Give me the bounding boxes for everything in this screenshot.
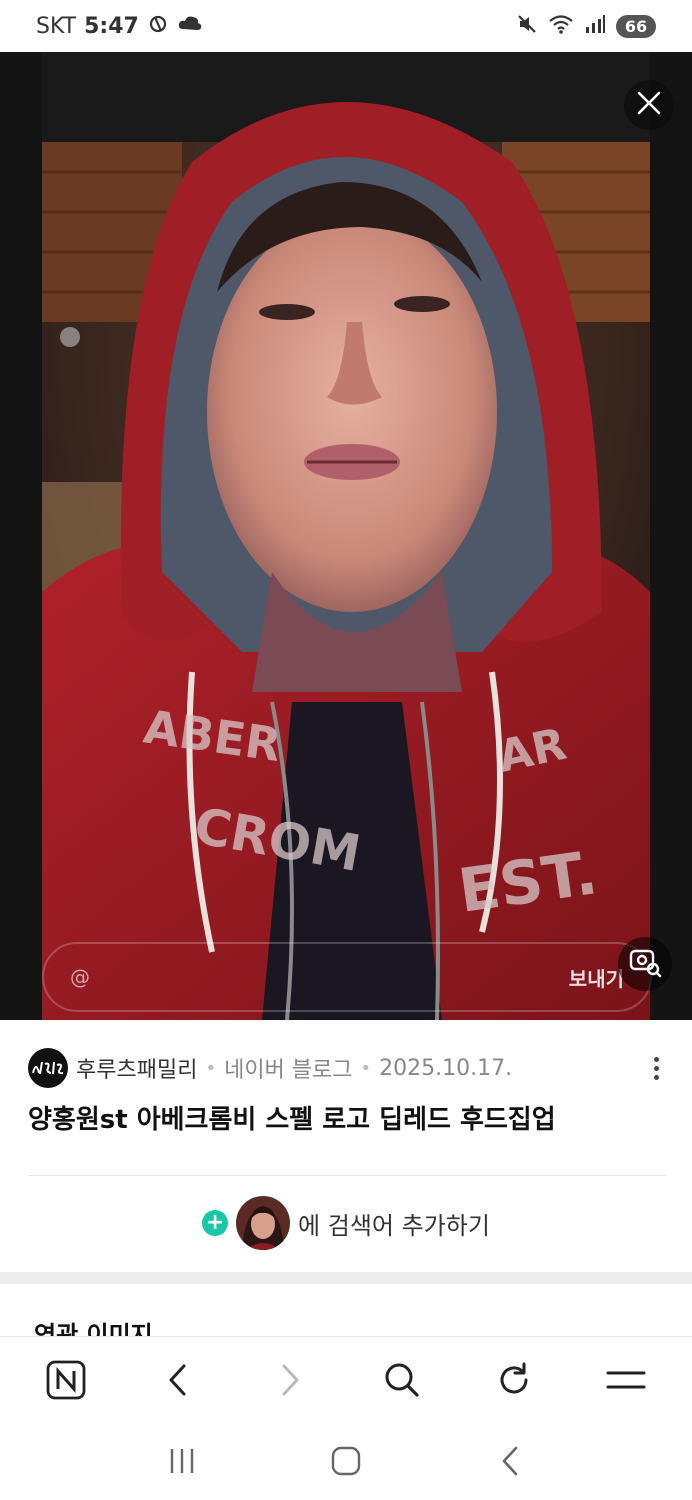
- post-meta: 후루츠패밀리 • 네이버 블로그 • 2025.10.17.: [28, 1046, 668, 1090]
- battery-indicator: 66: [616, 14, 656, 38]
- close-button[interactable]: [624, 80, 674, 130]
- refresh-icon: [495, 1361, 533, 1403]
- refresh-button[interactable]: [484, 1352, 544, 1412]
- comment-input[interactable]: @ 보내기: [42, 942, 652, 1012]
- related-images-title: 연관 이미지: [34, 1321, 153, 1338]
- divider: [28, 1175, 666, 1176]
- mute-icon: [516, 13, 538, 39]
- add-search-label: 에 검색어 추가하기: [298, 1211, 490, 1240]
- image-viewer[interactable]: ABER CROM AR EST. @ 보내기: [0, 52, 692, 1020]
- status-bar: SKT 5:47 66: [0, 0, 692, 52]
- home-icon: [330, 1445, 362, 1481]
- recent-apps-icon: [167, 1446, 197, 1480]
- section-separator: [0, 1272, 692, 1284]
- privacy-icon: [147, 12, 169, 40]
- menu-button[interactable]: [596, 1352, 656, 1412]
- more-dot: [653, 1056, 659, 1062]
- meta-separator: •: [205, 1057, 217, 1079]
- naver-icon: [46, 1360, 86, 1404]
- meta-separator: •: [360, 1057, 372, 1079]
- system-back-button[interactable]: [480, 1433, 540, 1493]
- post-date: 2025.10.17.: [379, 1055, 513, 1081]
- cloud-icon: [177, 12, 203, 40]
- signal-icon: [584, 13, 606, 39]
- recent-apps-button[interactable]: [152, 1433, 212, 1493]
- browser-toolbar: [0, 1336, 692, 1426]
- more-dot: [653, 1074, 659, 1080]
- clock: 5:47: [84, 13, 139, 39]
- status-left: SKT 5:47: [36, 12, 203, 40]
- carrier-label: SKT: [36, 13, 77, 39]
- send-button[interactable]: 보내기: [569, 963, 624, 992]
- forward-button[interactable]: [260, 1352, 320, 1412]
- blog-avatar[interactable]: [28, 1048, 68, 1088]
- system-navigation: [0, 1426, 692, 1500]
- blog-name[interactable]: 후루츠패밀리: [76, 1052, 197, 1084]
- chevron-right-icon: [275, 1362, 305, 1402]
- back-button[interactable]: [148, 1352, 208, 1412]
- more-dot: [653, 1065, 659, 1071]
- wifi-icon: [548, 13, 574, 39]
- more-options-button[interactable]: [644, 1048, 668, 1088]
- image-search-icon: [628, 945, 662, 983]
- main-photo: ABER CROM AR EST.: [42, 52, 650, 1020]
- keyword-thumbnail: [236, 1196, 291, 1250]
- search-icon: [383, 1361, 421, 1403]
- chevron-left-icon: [163, 1362, 193, 1402]
- plus-icon: +: [202, 1210, 229, 1236]
- post-source: 네이버 블로그: [224, 1058, 353, 1083]
- naver-home-button[interactable]: [36, 1352, 96, 1412]
- comment-placeholder: @: [70, 965, 90, 989]
- image-search-button[interactable]: [618, 937, 672, 991]
- close-icon: [636, 90, 662, 120]
- blog-logo: [32, 1061, 64, 1075]
- status-right: 66: [516, 13, 656, 39]
- hamburger-icon: [606, 1365, 646, 1399]
- search-button[interactable]: [372, 1352, 432, 1412]
- add-search-keyword-button[interactable]: + 에 검색어 추가하기: [0, 1195, 692, 1251]
- back-icon: [498, 1445, 522, 1481]
- post-title[interactable]: 양홍원st 아베크롬비 스펠 로고 딥레드 후드집업: [28, 1100, 668, 1140]
- home-button[interactable]: [316, 1433, 376, 1493]
